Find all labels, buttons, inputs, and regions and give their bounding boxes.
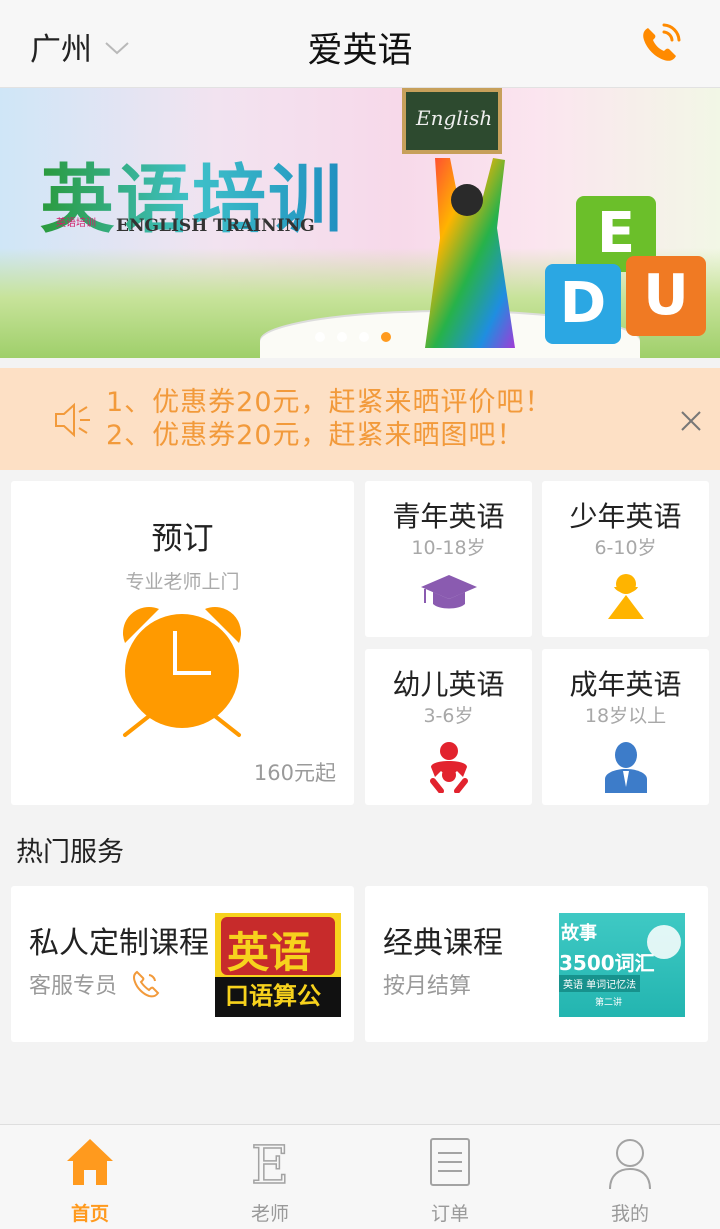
child-icon (607, 574, 644, 619)
home-icon (67, 1139, 113, 1185)
thumb-text: 英语 单词记忆法 (559, 975, 641, 992)
top-header: 广州 爱英语 (0, 0, 720, 88)
category-age: 3-6岁 (423, 705, 474, 727)
category-adult-english[interactable]: 成年英语 18岁以上 (542, 649, 709, 805)
tab-label: 我的 (610, 1203, 649, 1225)
service-classic-course[interactable]: 经典课程 按月结算 故事 3500词汇 英语 单词记忆法 第二讲 (365, 886, 708, 1042)
thumb-text: 3500词汇 (559, 951, 655, 975)
cube-letter-d: D (545, 264, 621, 344)
category-title: 青年英语 (392, 500, 505, 533)
category-age: 10-18岁 (411, 537, 486, 559)
thumb-text: 第二讲 (595, 998, 623, 1008)
service-subtitle-text: 按月结算 (383, 974, 472, 999)
category-kids-english[interactable]: 幼儿英语 3-6岁 (365, 649, 532, 805)
carousel-dot-active[interactable] (381, 332, 391, 342)
graduation-cap-icon (420, 575, 477, 609)
page-title: 爱英语 (307, 31, 413, 71)
service-title: 经典课程 (383, 926, 503, 961)
booking-subtitle: 专业老师上门 (125, 571, 240, 593)
service-thumbnail: 英语 口语算公 (215, 913, 341, 1017)
alarm-clock-icon (123, 607, 241, 737)
service-subtitle: 客服专员 (29, 968, 161, 1000)
category-age: 6-10岁 (594, 537, 657, 559)
banner-small-text: 英语培训 (56, 218, 96, 229)
promo-banner[interactable]: 英语培训 英语培训 ENGLISH TRAINING English E D U (0, 88, 720, 358)
category-youth-english[interactable]: 青年英语 10-18岁 (365, 481, 532, 637)
section-title-hot-services: 热门服务 (16, 837, 124, 868)
booking-title: 预订 (151, 521, 214, 557)
notice-bar[interactable]: 1、优惠券20元，赶紧来晒评价吧！ 2、优惠券20元，赶紧来晒图吧！ (0, 368, 720, 470)
chalkboard-graphic: English (402, 88, 502, 154)
category-age: 18岁以上 (584, 705, 667, 727)
notice-line: 2、优惠券20元，赶紧来晒图吧！ (106, 420, 525, 451)
phone-call-icon[interactable] (638, 22, 682, 66)
bottom-tab-bar: 首页 E 老师 订单 我的 (0, 1124, 720, 1229)
teacher-icon: E (250, 1137, 289, 1189)
tab-label: 首页 (70, 1203, 109, 1225)
notice-text: 1、优惠券20元，赶紧来晒评价吧！ 2、优惠券20元，赶紧来晒图吧！ (106, 386, 553, 452)
order-icon (430, 1138, 470, 1186)
tab-home[interactable]: 首页 (0, 1125, 180, 1229)
carousel-dot[interactable] (315, 332, 325, 342)
service-thumbnail: 故事 3500词汇 英语 单词记忆法 第二讲 (559, 913, 685, 1017)
booking-price: 160元起 (253, 761, 336, 785)
thumb-text: 口语算公 (225, 982, 321, 1010)
booking-card[interactable]: 预订 专业老师上门 160元起 (11, 481, 354, 805)
category-teen-english[interactable]: 少年英语 6-10岁 (542, 481, 709, 637)
service-custom-course[interactable]: 私人定制课程 客服专员 英语 口语算公 (11, 886, 354, 1042)
banner-subtitle: ENGLISH TRAINING (116, 216, 315, 236)
svg-text:E: E (251, 1137, 289, 1189)
category-title: 成年英语 (569, 668, 682, 701)
notice-line: 1、优惠券20元，赶紧来晒评价吧！ (106, 387, 553, 418)
carousel-dot[interactable] (337, 332, 347, 342)
profile-icon (609, 1139, 651, 1190)
tab-profile[interactable]: 我的 (540, 1125, 720, 1229)
tab-label: 老师 (250, 1203, 289, 1225)
close-icon[interactable] (680, 410, 702, 432)
service-subtitle-text: 客服专员 (29, 974, 118, 999)
thumb-text: 故事 (561, 923, 597, 944)
category-title: 幼儿英语 (392, 668, 505, 701)
baby-icon (429, 742, 468, 793)
carousel-indicator[interactable] (315, 332, 391, 342)
rocket-graphic (647, 925, 681, 959)
speaker-icon (55, 402, 90, 438)
service-title: 私人定制课程 (29, 926, 209, 961)
service-subtitle: 按月结算 (383, 968, 471, 1000)
phone-icon[interactable] (131, 969, 161, 999)
chalkboard-text: English (416, 106, 493, 130)
cube-letter-u: U (626, 256, 706, 336)
tab-teacher[interactable]: E 老师 (180, 1125, 360, 1229)
adult-icon (604, 742, 647, 793)
carousel-dot[interactable] (359, 332, 369, 342)
tab-orders[interactable]: 订单 (360, 1125, 540, 1229)
tab-label: 订单 (430, 1203, 469, 1225)
category-title: 少年英语 (569, 500, 682, 533)
child-illustration (425, 158, 515, 348)
thumb-text: 英语 (227, 928, 312, 977)
